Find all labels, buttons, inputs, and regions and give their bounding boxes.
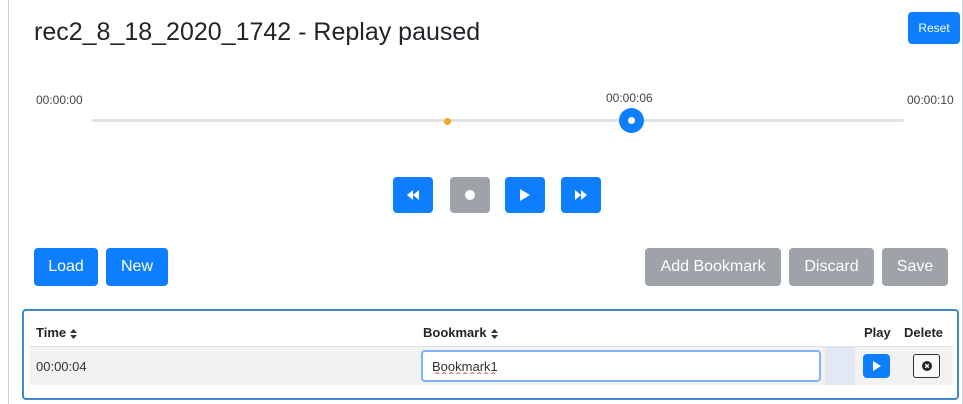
save-button[interactable]: Save — [882, 248, 948, 286]
timeline-slider-track[interactable] — [92, 119, 904, 122]
timeline-start-time: 00:00:00 — [36, 93, 83, 107]
column-header-bookmark[interactable]: Bookmark — [423, 325, 498, 340]
row-play-button[interactable] — [863, 354, 890, 378]
page-left-border — [8, 0, 9, 404]
column-header-delete: Delete — [904, 325, 944, 340]
column-header-bookmark-label: Bookmark — [423, 325, 487, 340]
row-time: 00:00:04 — [36, 359, 87, 374]
delete-icon — [921, 361, 932, 371]
play-button[interactable] — [505, 177, 545, 213]
fast-forward-icon — [575, 190, 587, 200]
bookmarks-table: Time Bookmark Play Delete 00:00:04 — [30, 316, 953, 388]
page-title: rec2_8_18_2020_1742 - Replay paused — [34, 18, 481, 46]
column-header-play: Play — [864, 325, 891, 340]
slider-thumb-center — [628, 117, 635, 124]
timeline-end-time: 00:00:10 — [907, 93, 954, 107]
add-bookmark-button[interactable]: Add Bookmark — [645, 248, 781, 286]
table-row: 00:00:04 — [30, 347, 953, 385]
play-icon — [520, 189, 530, 201]
column-header-time[interactable]: Time — [36, 325, 78, 340]
row-highlight — [825, 347, 855, 385]
new-button[interactable]: New — [106, 248, 168, 286]
table-header: Time Bookmark Play Delete — [30, 316, 953, 347]
record-button[interactable] — [450, 177, 490, 213]
replay-page: rec2_8_18_2020_1742 - Replay paused Rese… — [0, 0, 963, 404]
rewind-icon — [407, 190, 419, 200]
play-icon — [872, 361, 881, 371]
row-delete-button[interactable] — [913, 354, 940, 378]
timeline-bookmark-marker[interactable] — [444, 118, 451, 125]
reset-button[interactable]: Reset — [908, 12, 960, 44]
column-header-time-label: Time — [36, 325, 67, 340]
record-icon — [465, 190, 475, 200]
sort-icon — [70, 328, 78, 339]
timeline-current-time: 00:00:06 — [606, 91, 653, 105]
load-button[interactable]: Load — [34, 248, 98, 286]
timeline-slider-thumb[interactable] — [619, 108, 644, 133]
fast-forward-button[interactable] — [561, 177, 601, 213]
discard-button[interactable]: Discard — [789, 248, 874, 286]
rewind-button[interactable] — [393, 177, 433, 213]
bookmark-name-input[interactable] — [421, 350, 821, 382]
sort-icon — [490, 328, 498, 339]
